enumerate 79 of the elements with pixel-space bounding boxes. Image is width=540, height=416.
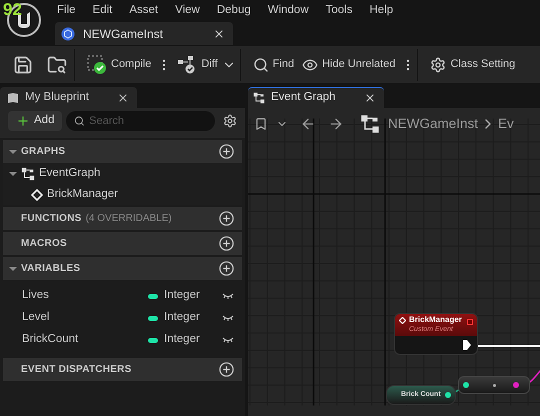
section-title: MACROS [21, 237, 67, 251]
section-header[interactable]: GRAPHS [3, 140, 242, 163]
menu-item[interactable]: Asset [129, 2, 158, 20]
breadcrumb-item[interactable]: Ev [498, 114, 514, 134]
find-button[interactable]: Find [248, 48, 298, 80]
section-title: EVENT DISPATCHERS [21, 363, 132, 377]
type-label: Integer [164, 310, 200, 326]
blueprint-icon [61, 26, 75, 40]
compile-icon [87, 54, 107, 74]
type-label: Integer [164, 288, 200, 304]
add-circle-icon[interactable] [219, 261, 234, 276]
add-circle-icon[interactable] [219, 211, 234, 226]
search-icon [74, 115, 86, 127]
menu-item[interactable]: Window [268, 2, 309, 20]
menu-item[interactable]: View [175, 2, 200, 20]
section-header[interactable]: MACROS [3, 232, 242, 255]
breadcrumb-item[interactable]: NEWGameInst [388, 114, 478, 134]
search-box[interactable]: Search [66, 111, 216, 131]
save-icon[interactable] [13, 54, 33, 74]
find-icon [252, 56, 269, 72]
back-icon[interactable] [300, 116, 316, 132]
hide-button[interactable]: Hide Unrelated [298, 48, 400, 80]
exec-wire [475, 344, 540, 348]
add-circle-icon[interactable] [219, 362, 234, 377]
graph-icon[interactable] [21, 166, 35, 180]
variable-row[interactable]: Level Integer [3, 307, 242, 329]
section-header[interactable]: EVENT DISPATCHERS [3, 358, 242, 381]
data-pin-icon[interactable] [463, 382, 469, 388]
section-title: GRAPHS [21, 145, 66, 159]
graph-icon[interactable] [253, 92, 265, 104]
menu-item[interactable]: Tools [326, 2, 352, 20]
closed-eye-icon[interactable] [222, 336, 234, 344]
section-note: (4 OVERRIDABLE) [86, 212, 172, 226]
type-label: Integer [164, 332, 200, 348]
compile-button[interactable]: Compile [83, 48, 156, 80]
settings-button[interactable]: Class Setting [426, 48, 520, 80]
panel-tab[interactable]: My Blueprint [0, 87, 137, 108]
add-circle-icon[interactable] [219, 236, 234, 251]
event-diamond-icon [31, 188, 43, 200]
node-title: BrickManager [409, 315, 462, 325]
book-icon [7, 92, 19, 104]
menu-item[interactable]: Debug [216, 2, 251, 20]
diff-button[interactable]: Diff [173, 48, 240, 80]
menu-item[interactable]: Help [370, 2, 394, 20]
section-title: VARIABLES [21, 262, 80, 276]
menu-item[interactable]: Edit [92, 2, 112, 20]
closed-eye-icon[interactable] [222, 314, 234, 322]
browse-icon[interactable] [47, 54, 67, 74]
variable-row[interactable]: BrickCount Integer [3, 329, 242, 351]
settings-icon[interactable] [223, 114, 237, 128]
close-icon[interactable] [364, 92, 376, 104]
close-icon[interactable] [213, 28, 225, 40]
add-button[interactable]: Add [8, 111, 62, 131]
graph-icon[interactable] [360, 114, 380, 134]
document-tab[interactable]: NEWGameInst [55, 22, 233, 45]
data-pin-icon[interactable] [445, 392, 451, 398]
add-circle-icon[interactable] [219, 144, 234, 159]
bookmark-icon[interactable] [254, 117, 268, 131]
section-header[interactable]: FUNCTIONS (4 OVERRIDABLE) [3, 207, 242, 230]
graph-row[interactable]: EventGraph [3, 163, 242, 184]
event-diamond-icon [399, 317, 406, 324]
menu-item[interactable]: File [57, 2, 76, 20]
data-pin-icon[interactable] [513, 382, 519, 388]
variable-row[interactable]: Lives Integer [3, 285, 242, 307]
diff-icon [177, 54, 198, 74]
plus-icon [16, 114, 30, 128]
section-header[interactable]: VARIABLES [3, 257, 242, 280]
delegate-pin-icon [467, 319, 473, 325]
eye-icon [302, 56, 318, 72]
exec-pin-icon[interactable] [463, 340, 471, 350]
operator-node[interactable] [458, 376, 530, 394]
close-icon[interactable] [117, 92, 129, 104]
search-field[interactable]: Search [89, 112, 208, 130]
event-row[interactable]: BrickManager [3, 184, 242, 205]
section-title: FUNCTIONS [21, 212, 82, 226]
graph-tab[interactable]: Event Graph [248, 87, 384, 108]
closed-eye-icon[interactable] [222, 292, 234, 300]
forward-icon[interactable] [328, 116, 344, 132]
gear-icon [430, 56, 446, 72]
